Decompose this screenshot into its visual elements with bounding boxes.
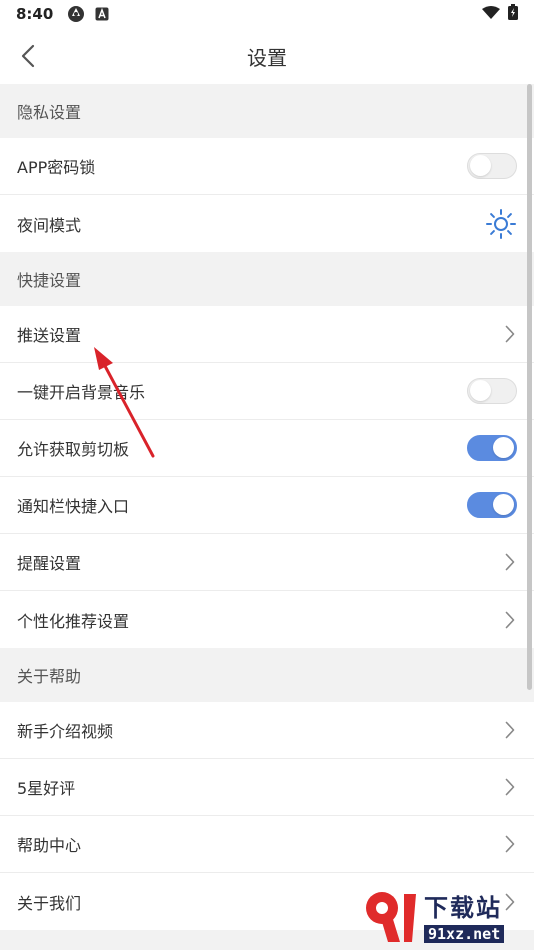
row-label: 个性化推荐设置 [17,611,130,631]
row-label: 帮助中心 [17,836,82,855]
background-music-toggle[interactable] [467,378,517,404]
watermark-logo-icon [366,892,416,942]
battery-icon [508,4,518,24]
chevron-left-icon [21,44,35,68]
status-time: 8:40 [16,5,54,23]
settings-row-app-lock[interactable]: APP密码锁 [0,138,534,195]
settings-row-five-star-review[interactable]: 5星好评 [0,759,534,816]
section-header-shortcuts: 快捷设置 [0,252,534,306]
chevron-right-icon [503,720,517,740]
settings-row-intro-video[interactable]: 新手介绍视频 [0,702,534,759]
row-label: 新手介绍视频 [17,722,114,741]
row-label: 提醒设置 [17,554,82,573]
row-label: 推送设置 [17,326,82,345]
page-title: 设置 [247,45,287,70]
settings-row-personalized-recommendation[interactable]: 个性化推荐设置 [0,591,534,648]
settings-row-clipboard[interactable]: 允许获取剪切板 [0,420,534,477]
status-bar: 8:40 [0,0,534,28]
watermark-title: 下载站 [424,893,502,922]
row-label: 通知栏快捷入口 [17,497,130,516]
row-label: 夜间模式 [17,215,82,235]
chevron-right-icon [503,834,517,854]
top-bar: 设置 [0,28,534,84]
chevron-right-icon [503,777,517,797]
section-header-about-help: 关于帮助 [0,648,534,702]
chevron-right-icon [503,324,517,344]
row-label: 一键开启背景音乐 [17,383,146,402]
vpn-icon [67,5,85,23]
back-button[interactable] [14,42,42,70]
clipboard-toggle[interactable] [467,435,517,461]
wifi-icon [482,5,500,24]
settings-row-reminder[interactable]: 提醒设置 [0,534,534,591]
scrollbar[interactable] [527,84,532,690]
app-lock-toggle[interactable] [467,153,517,179]
row-label: APP密码锁 [17,158,96,177]
settings-row-night-mode[interactable]: 夜间模式 [0,195,534,252]
settings-row-push[interactable]: 推送设置 [0,306,534,363]
settings-row-help-center[interactable]: 帮助中心 [0,816,534,873]
app-notification-icon [95,7,109,21]
watermark: 下载站 91xz.net [362,884,530,946]
chevron-right-icon [503,552,517,572]
watermark-url: 91xz.net [424,924,505,943]
row-label: 5星好评 [17,779,76,798]
settings-row-background-music[interactable]: 一键开启背景音乐 [0,363,534,420]
chevron-right-icon [503,610,517,630]
row-label: 允许获取剪切板 [17,440,130,459]
notification-shortcut-toggle[interactable] [467,492,517,518]
sun-icon[interactable] [485,208,517,240]
section-header-privacy: 隐私设置 [0,84,534,138]
settings-list: 隐私设置 APP密码锁 夜间模式 快捷设置 推送设置 一键开启背景音乐 允许获取… [0,84,534,930]
settings-row-notification-shortcut[interactable]: 通知栏快捷入口 [0,477,534,534]
